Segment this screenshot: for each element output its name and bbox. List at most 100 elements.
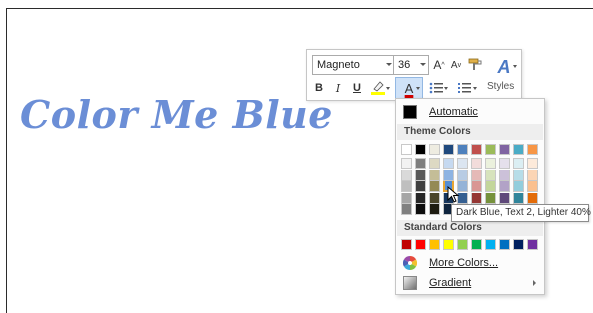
shrink-font-icon: A: [450, 59, 458, 71]
theme-color-swatch[interactable]: [499, 181, 510, 192]
numbering-icon: [458, 83, 471, 93]
theme-color-swatch[interactable]: [415, 181, 426, 192]
theme-color-swatch[interactable]: [415, 158, 426, 169]
theme-color-swatch[interactable]: [429, 192, 440, 204]
theme-color-swatch[interactable]: [499, 158, 510, 169]
grow-font-button[interactable]: A ^: [431, 56, 447, 74]
theme-color-swatch[interactable]: [485, 192, 496, 204]
theme-color-swatch[interactable]: [499, 192, 510, 204]
theme-color-swatch[interactable]: [513, 169, 524, 181]
theme-color-swatch[interactable]: [429, 144, 440, 155]
theme-colors-header: Theme Colors: [397, 124, 543, 140]
theme-color-swatch[interactable]: [429, 169, 440, 181]
standard-color-swatch[interactable]: [471, 239, 482, 250]
theme-color-swatch[interactable]: [527, 181, 538, 192]
format-painter-button[interactable]: [467, 56, 483, 74]
theme-color-swatch[interactable]: [527, 158, 538, 169]
grow-font-icon: A: [433, 58, 442, 72]
bold-button[interactable]: B: [311, 79, 327, 97]
standard-color-swatch[interactable]: [415, 239, 426, 250]
gradient-label: Gradient: [429, 277, 472, 289]
font-size-combobox[interactable]: 36: [393, 55, 429, 75]
theme-color-swatch[interactable]: [499, 169, 510, 181]
theme-color-swatch[interactable]: [527, 144, 538, 155]
theme-color-swatch[interactable]: [485, 181, 496, 192]
standard-color-swatch[interactable]: [457, 239, 468, 250]
theme-color-swatch[interactable]: [485, 158, 496, 169]
underline-button[interactable]: U: [349, 79, 365, 97]
standard-color-swatch[interactable]: [499, 239, 510, 250]
theme-color-swatch[interactable]: [485, 169, 496, 181]
styles-icon: A: [497, 56, 511, 77]
standard-color-swatch[interactable]: [513, 239, 524, 250]
theme-color-swatch[interactable]: [513, 181, 524, 192]
document-edge-left: [6, 8, 7, 313]
theme-color-swatch[interactable]: [429, 204, 440, 215]
theme-color-swatch[interactable]: [485, 144, 496, 155]
theme-color-swatch[interactable]: [429, 158, 440, 169]
bullets-button[interactable]: [426, 79, 448, 97]
more-colors-option[interactable]: More Colors...: [400, 254, 540, 272]
format-painter-icon: [468, 58, 482, 70]
theme-color-swatch[interactable]: [457, 169, 468, 181]
standard-color-swatch[interactable]: [527, 239, 538, 250]
gradient-icon: [403, 276, 417, 290]
theme-color-swatch[interactable]: [443, 144, 454, 155]
italic-button[interactable]: I: [330, 79, 346, 97]
theme-color-swatch[interactable]: [527, 192, 538, 204]
chevron-down-icon: [386, 87, 390, 90]
theme-color-swatch[interactable]: [401, 192, 412, 204]
standard-color-swatch[interactable]: [443, 239, 454, 250]
theme-color-swatch[interactable]: [401, 181, 412, 192]
theme-color-swatch[interactable]: [499, 144, 510, 155]
theme-color-swatch[interactable]: [471, 158, 482, 169]
theme-color-swatch[interactable]: [401, 169, 412, 181]
chevron-down-icon[interactable]: [386, 63, 392, 66]
chevron-down-icon: [513, 65, 517, 68]
shrink-font-button[interactable]: Av: [448, 56, 464, 74]
theme-color-swatch[interactable]: [429, 181, 440, 192]
chevron-down-icon: [416, 87, 420, 90]
chevron-right-icon: [533, 280, 536, 286]
theme-color-swatch[interactable]: [471, 144, 482, 155]
font-color-icon: A: [404, 80, 414, 96]
numbering-button[interactable]: [453, 79, 477, 97]
standard-colors-header: Standard Colors: [397, 220, 543, 236]
mouse-cursor-icon: [447, 186, 460, 203]
document-text[interactable]: Color Me Blue: [20, 96, 333, 134]
chevron-down-icon[interactable]: [420, 63, 426, 66]
theme-color-swatch[interactable]: [513, 144, 524, 155]
color-wheel-icon: [403, 256, 417, 270]
standard-color-swatch[interactable]: [429, 239, 440, 250]
theme-color-swatch[interactable]: [457, 158, 468, 169]
theme-color-swatch[interactable]: [401, 144, 412, 155]
theme-color-swatch[interactable]: [401, 204, 412, 215]
font-name-combobox[interactable]: Magneto: [312, 55, 395, 75]
theme-color-swatch[interactable]: [513, 192, 524, 204]
styles-button[interactable]: A: [491, 54, 517, 80]
theme-color-swatch[interactable]: [401, 158, 412, 169]
automatic-color-label: Automatic: [429, 106, 478, 118]
theme-color-swatch[interactable]: [457, 144, 468, 155]
theme-color-swatch[interactable]: [527, 169, 538, 181]
theme-color-swatch[interactable]: [415, 144, 426, 155]
theme-color-swatch[interactable]: [443, 169, 454, 181]
theme-color-swatch[interactable]: [471, 192, 482, 204]
gradient-option[interactable]: Gradient: [400, 274, 540, 292]
chevron-down-icon: [444, 87, 448, 90]
theme-color-swatch[interactable]: [415, 192, 426, 204]
theme-color-swatch[interactable]: [471, 169, 482, 181]
theme-color-swatch[interactable]: [415, 169, 426, 181]
theme-color-swatch[interactable]: [513, 158, 524, 169]
theme-color-swatch[interactable]: [443, 158, 454, 169]
more-colors-label: More Colors...: [429, 257, 499, 269]
font-name-value: Magneto: [317, 59, 360, 71]
font-color-button[interactable]: A: [395, 77, 423, 99]
standard-color-swatch[interactable]: [401, 239, 412, 250]
highlight-button[interactable]: [368, 79, 390, 97]
automatic-color-option[interactable]: Automatic: [400, 103, 540, 121]
standard-color-swatch[interactable]: [485, 239, 496, 250]
theme-color-swatch[interactable]: [415, 204, 426, 215]
color-tooltip: Dark Blue, Text 2, Lighter 40%: [451, 204, 591, 222]
theme-color-swatch[interactable]: [471, 181, 482, 192]
